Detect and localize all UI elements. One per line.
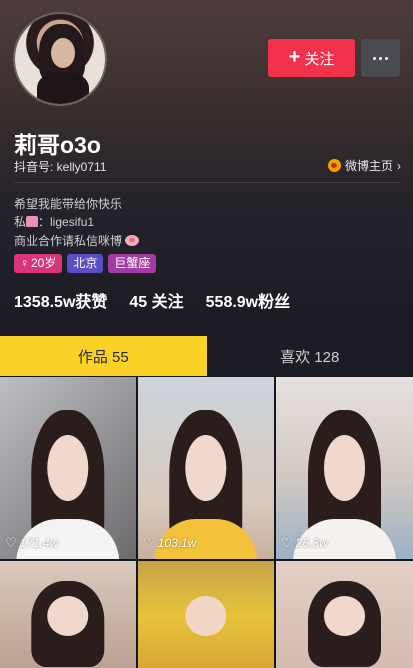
video-thumbnail[interactable] bbox=[276, 561, 413, 668]
bio-line-3: 商业合作请私信咪博 bbox=[14, 232, 140, 249]
content-tabs: 作品 55 喜欢 128 bbox=[0, 336, 413, 376]
bio-line-2-text: ：ligesifu1 bbox=[38, 215, 95, 229]
bio-line-3-text: 商业合作请私信咪博 bbox=[14, 234, 123, 248]
more-button[interactable] bbox=[361, 39, 400, 77]
video-thumbnail[interactable]: ♡ 171.4w bbox=[0, 377, 136, 559]
heart-icon: ♡ bbox=[5, 535, 17, 550]
weibo-homepage-link[interactable]: 微博主页 › bbox=[327, 157, 401, 174]
profile-tags: ♀ 20岁 北京 巨蟹座 bbox=[14, 254, 157, 273]
video-like-count: 26.3w bbox=[295, 536, 328, 550]
tab-likes[interactable]: 喜欢 128 bbox=[206, 336, 413, 376]
douyin-id: 抖音号: kelly0711 bbox=[14, 160, 107, 174]
bio-line-2-prefix: 私 bbox=[14, 215, 27, 229]
more-dots-icon bbox=[373, 56, 376, 60]
pig-icon bbox=[125, 235, 140, 246]
video-thumbnail[interactable]: ♡ 103.1w bbox=[138, 377, 274, 559]
bio-line-1: 希望我能带给你快乐 bbox=[14, 197, 123, 211]
weibo-link-label: 微博主页 bbox=[344, 159, 393, 173]
stat-likes[interactable]: 1358.5w获赞 bbox=[14, 288, 107, 312]
follow-button[interactable]: + 关注 bbox=[268, 39, 355, 77]
plus-icon: + bbox=[288, 46, 301, 68]
tab-works[interactable]: 作品 55 bbox=[0, 336, 207, 376]
video-grid: ♡ 171.4w ♡ 103.1w ♡ 26.3w bbox=[0, 377, 413, 668]
video-thumbnail[interactable] bbox=[0, 561, 136, 668]
weibo-icon bbox=[327, 159, 341, 172]
chevron-right-icon: › bbox=[397, 158, 401, 173]
nickname: 莉哥o3o bbox=[14, 132, 101, 158]
video-like-count: 171.4w bbox=[19, 536, 59, 550]
avatar[interactable] bbox=[13, 12, 107, 106]
shirt-icon bbox=[26, 216, 39, 227]
video-like-count: 103.1w bbox=[157, 536, 197, 550]
divider bbox=[14, 182, 400, 183]
video-thumbnail[interactable]: ♡ 26.3w bbox=[276, 377, 413, 559]
profile-stats: 1358.5w获赞 45 关注 558.9w粉丝 bbox=[14, 288, 290, 312]
follow-label: 关注 bbox=[304, 50, 335, 68]
stat-followers[interactable]: 558.9w粉丝 bbox=[206, 288, 291, 312]
tag-zodiac: 巨蟹座 bbox=[108, 254, 157, 273]
heart-icon: ♡ bbox=[143, 535, 155, 550]
female-icon: ♀ bbox=[20, 256, 29, 270]
tag-city: 北京 bbox=[67, 254, 104, 273]
tag-age: ♀ 20岁 bbox=[14, 254, 63, 273]
bio-line-2: 私 ：ligesifu1 bbox=[14, 213, 94, 230]
stat-following[interactable]: 45 关注 bbox=[129, 288, 183, 312]
heart-icon: ♡ bbox=[281, 535, 293, 550]
video-thumbnail[interactable] bbox=[138, 561, 274, 668]
